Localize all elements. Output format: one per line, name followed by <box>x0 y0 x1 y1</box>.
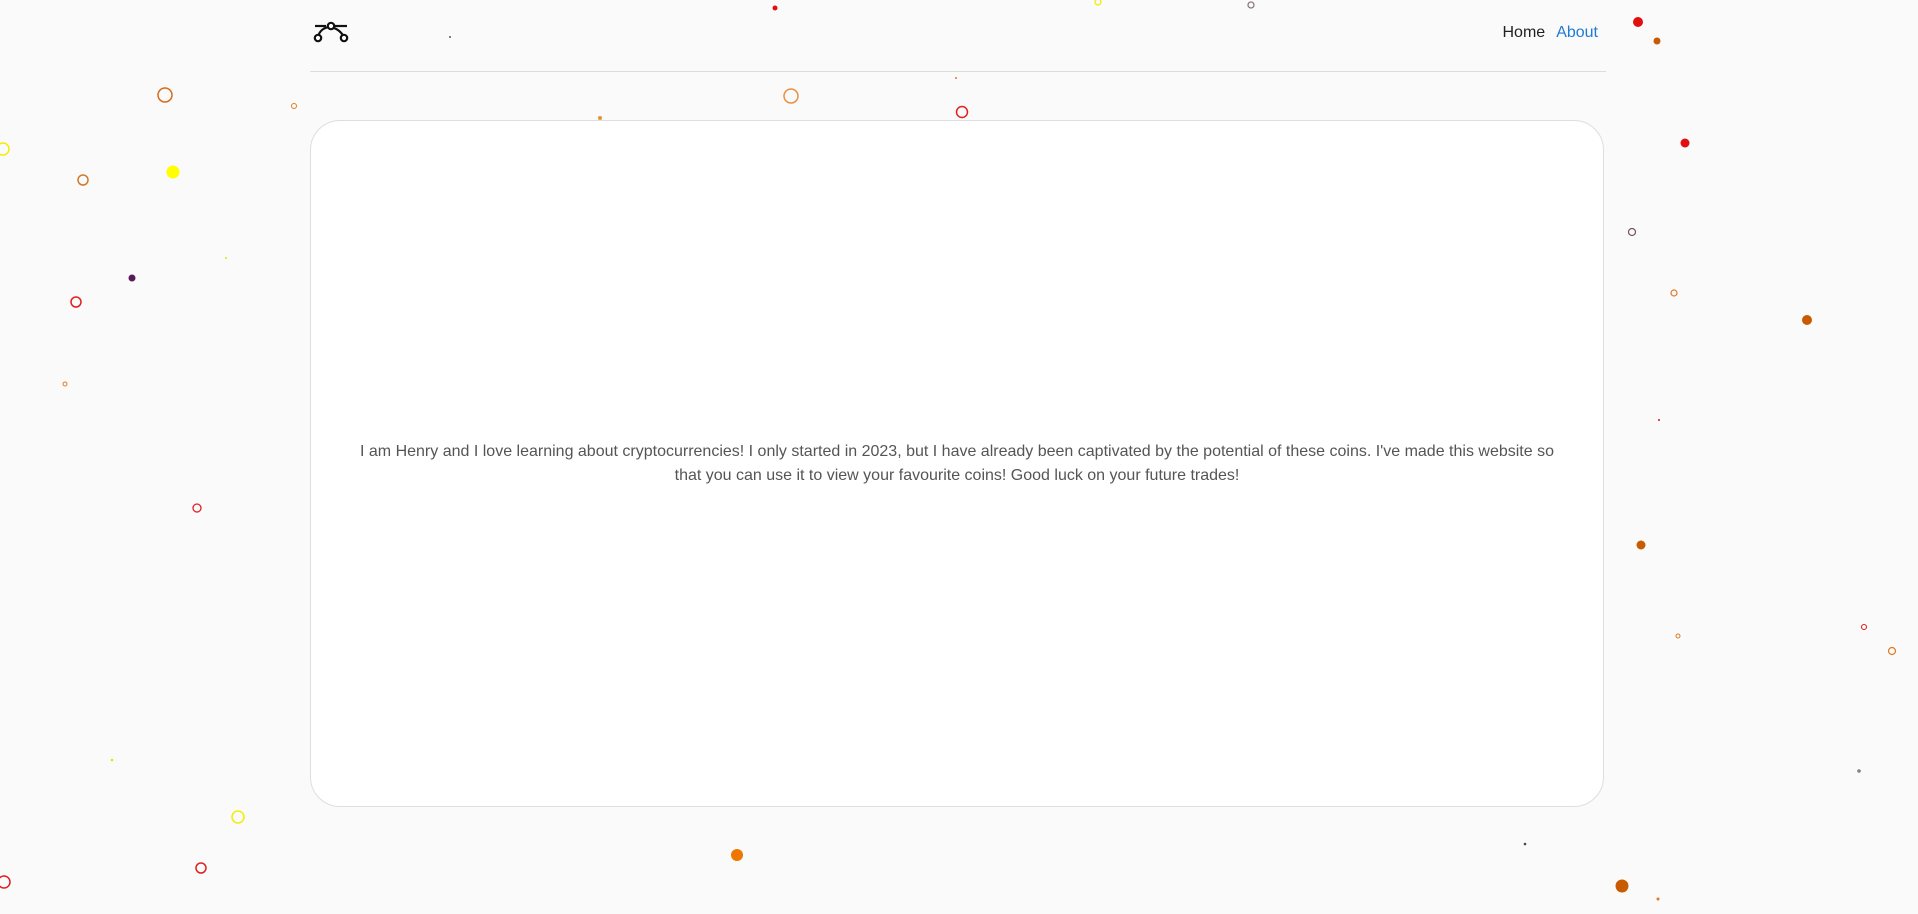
particle <box>166 165 180 179</box>
particle <box>110 758 114 762</box>
particle <box>195 862 207 874</box>
about-text: I am Henry and I love learning about cry… <box>360 442 1554 484</box>
nav-link-home[interactable]: Home <box>1503 24 1546 42</box>
nav-links: Home About <box>1503 24 1599 42</box>
particle <box>157 87 173 103</box>
particle <box>1857 769 1861 773</box>
particle <box>1615 879 1629 893</box>
particle <box>1658 419 1660 421</box>
particle <box>291 103 297 109</box>
nav-link-about[interactable]: About <box>1556 24 1598 42</box>
particle <box>1680 138 1690 148</box>
particle <box>1887 646 1897 656</box>
particle <box>70 296 82 308</box>
particle <box>1633 17 1643 27</box>
particle <box>0 875 11 889</box>
page-container: Home About I am Henry and I love learnin… <box>310 0 1606 914</box>
particle <box>1802 315 1812 325</box>
particle <box>0 142 10 156</box>
particle <box>192 503 202 513</box>
particle <box>225 257 227 259</box>
particle <box>1670 289 1678 297</box>
about-card: I am Henry and I love learning about cry… <box>310 120 1604 807</box>
particle <box>128 274 136 282</box>
particle <box>1636 540 1646 550</box>
particle <box>231 810 245 824</box>
particle <box>1653 37 1661 45</box>
particle <box>1656 897 1660 901</box>
particle <box>1627 227 1637 237</box>
navbar: Home About <box>310 0 1606 72</box>
particle <box>62 381 68 387</box>
particle <box>77 174 89 186</box>
particle <box>1675 633 1681 639</box>
bezier-curve-icon[interactable] <box>313 20 349 44</box>
particle <box>1860 623 1868 631</box>
